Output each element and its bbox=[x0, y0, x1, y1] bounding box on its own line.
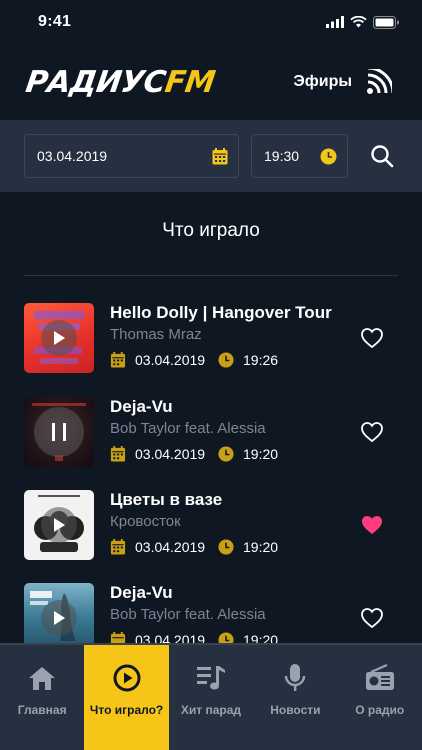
calendar-icon bbox=[110, 539, 126, 555]
track-item[interactable]: Hello Dolly | Hangover Tour Thomas Mraz … bbox=[0, 303, 422, 379]
track-meta: 03.04.2019 19:26 bbox=[110, 352, 278, 368]
calendar-icon bbox=[110, 352, 126, 368]
play-control[interactable] bbox=[41, 600, 77, 636]
filter-bar: 03.04.2019 19:30 bbox=[0, 120, 422, 192]
track-item[interactable]: Цветы в вазе Кровосток 03.04.2019 19:20 bbox=[0, 490, 422, 566]
track-date: 03.04.2019 bbox=[135, 632, 206, 643]
album-cover[interactable] bbox=[24, 397, 94, 467]
track-artist: Кровосток bbox=[110, 513, 181, 530]
tab-label: Хит парад bbox=[180, 703, 242, 717]
heart-outline-icon bbox=[361, 328, 383, 349]
track-meta: 03.04.2019 19:20 bbox=[110, 539, 278, 555]
tab-about-radio[interactable]: О радио bbox=[338, 645, 422, 750]
heart-outline-icon bbox=[361, 422, 383, 443]
tab-news[interactable]: Новости bbox=[253, 645, 337, 750]
track-time: 19:26 bbox=[243, 352, 279, 368]
tab-what-played[interactable]: Что играло? bbox=[84, 645, 169, 750]
tab-hit-parade[interactable]: Хит парад bbox=[169, 645, 253, 750]
track-title: Hello Dolly | Hangover Tour bbox=[110, 303, 332, 322]
logo-main-text: РАДИУС bbox=[23, 64, 168, 100]
tab-bar: Главная Что играло? Хит парад Новости О … bbox=[0, 645, 422, 750]
favorite-button[interactable] bbox=[360, 421, 384, 448]
track-time: 19:20 bbox=[243, 539, 279, 555]
tab-label: О радио bbox=[355, 703, 405, 717]
tab-icon-wrap bbox=[113, 663, 141, 693]
calendar-icon bbox=[110, 632, 126, 643]
heart-filled-icon bbox=[362, 516, 382, 534]
album-cover[interactable] bbox=[24, 490, 94, 560]
track-title: Deja-Vu bbox=[110, 397, 173, 416]
play-icon bbox=[54, 331, 65, 345]
tab-icon-wrap bbox=[365, 663, 395, 693]
track-artist: Bob Taylor feat. Alessia bbox=[110, 606, 266, 623]
microphone-icon bbox=[285, 664, 306, 691]
radius-fm-logo[interactable]: РАДИУС FM bbox=[24, 65, 217, 100]
track-artist: Thomas Mraz bbox=[110, 326, 202, 343]
search-icon bbox=[371, 145, 394, 168]
tab-icon-wrap bbox=[28, 663, 56, 693]
play-control[interactable] bbox=[41, 507, 77, 543]
clock-icon bbox=[320, 148, 337, 164]
wifi-icon bbox=[350, 16, 367, 28]
track-title: Цветы в вазе bbox=[110, 490, 223, 509]
clock-icon bbox=[218, 632, 234, 643]
pause-control[interactable] bbox=[34, 407, 84, 457]
album-cover[interactable] bbox=[24, 303, 94, 373]
status-bar: 9:41 bbox=[0, 0, 422, 44]
air-button[interactable]: Эфиры bbox=[293, 69, 392, 95]
time-field[interactable]: 19:30 bbox=[251, 134, 348, 178]
tab-icon-wrap bbox=[284, 663, 306, 693]
calendar-icon bbox=[212, 147, 228, 164]
track-list: Hello Dolly | Hangover Tour Thomas Mraz … bbox=[0, 303, 422, 643]
tab-label: Главная bbox=[17, 703, 67, 717]
track-item[interactable]: Deja-Vu Bob Taylor feat. Alessia 03.04.2… bbox=[0, 397, 422, 473]
play-control[interactable] bbox=[41, 320, 77, 356]
tab-icon-wrap bbox=[196, 663, 226, 693]
calendar-icon bbox=[110, 446, 126, 462]
status-time: 9:41 bbox=[38, 13, 72, 30]
track-time: 19:20 bbox=[243, 446, 279, 462]
cellular-signal-icon bbox=[326, 16, 344, 28]
logo-accent-text: FM bbox=[162, 64, 218, 100]
track-date: 03.04.2019 bbox=[135, 539, 206, 555]
app-header: РАДИУС FM Эфиры bbox=[0, 44, 422, 120]
clock-icon bbox=[218, 352, 234, 368]
date-value: 03.04.2019 bbox=[37, 148, 108, 164]
favorite-button[interactable] bbox=[360, 514, 384, 541]
favorite-button[interactable] bbox=[360, 607, 384, 634]
play-icon bbox=[54, 518, 65, 532]
playlist-icon bbox=[196, 666, 225, 690]
play-icon bbox=[54, 611, 65, 625]
track-title: Deja-Vu bbox=[110, 583, 173, 602]
search-button[interactable] bbox=[370, 144, 394, 168]
track-time: 19:20 bbox=[243, 632, 279, 643]
track-item[interactable]: Deja-Vu Bob Taylor feat. Alessia 03.04.2… bbox=[0, 583, 422, 643]
broadcast-icon bbox=[367, 69, 392, 94]
time-value: 19:30 bbox=[264, 148, 300, 164]
tab-label: Новости bbox=[270, 703, 321, 717]
radio-icon bbox=[365, 664, 394, 690]
clock-icon bbox=[218, 539, 234, 555]
page-title: Что играло bbox=[162, 220, 260, 241]
track-date: 03.04.2019 bbox=[135, 352, 206, 368]
tab-label: Что играло? bbox=[89, 703, 164, 717]
play-circle-icon bbox=[113, 664, 141, 692]
track-artist: Bob Taylor feat. Alessia bbox=[110, 420, 266, 437]
track-meta: 03.04.2019 19:20 bbox=[110, 632, 278, 643]
clock-icon bbox=[218, 446, 234, 462]
track-date: 03.04.2019 bbox=[135, 446, 206, 462]
battery-icon bbox=[373, 15, 399, 29]
album-cover[interactable] bbox=[24, 583, 94, 643]
pause-icon bbox=[52, 423, 66, 441]
track-meta: 03.04.2019 19:20 bbox=[110, 446, 278, 462]
status-icons bbox=[326, 15, 400, 29]
tab-home[interactable]: Главная bbox=[0, 645, 84, 750]
title-divider bbox=[24, 275, 398, 276]
favorite-button[interactable] bbox=[360, 327, 384, 354]
date-field[interactable]: 03.04.2019 bbox=[24, 134, 239, 178]
home-icon bbox=[29, 667, 56, 690]
heart-outline-icon bbox=[361, 608, 383, 629]
air-label: Эфиры bbox=[293, 73, 352, 90]
